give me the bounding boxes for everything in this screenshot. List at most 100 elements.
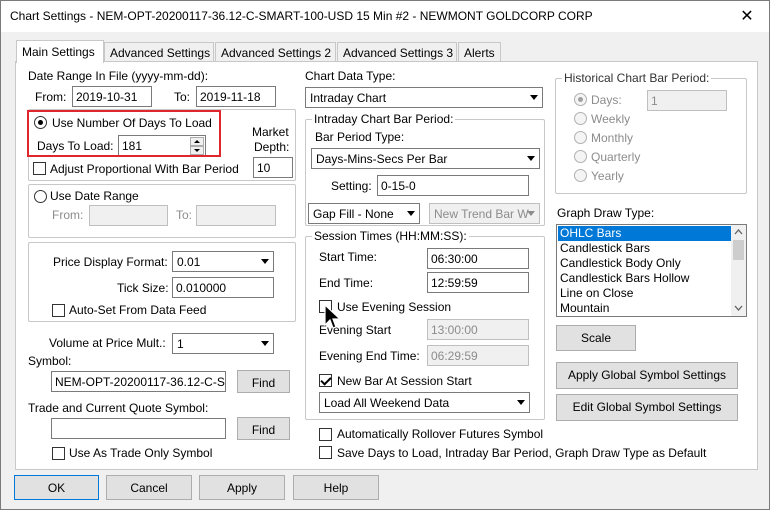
list-item[interactable]: OHLC Bars	[558, 226, 731, 241]
start-time-field[interactable]: 06:30:00	[427, 248, 529, 269]
volume-mult-value: 1	[177, 337, 184, 351]
tab-advanced-settings-3[interactable]: Advanced Settings 3	[337, 42, 457, 63]
price-format-select[interactable]: 0.01	[172, 251, 274, 272]
save-defaults-checkbox[interactable]	[319, 446, 332, 459]
market-depth-field[interactable]: 10	[253, 157, 293, 178]
tab-alerts[interactable]: Alerts	[458, 42, 501, 63]
new-trend-bar-value: New Trend Bar W	[434, 207, 529, 221]
historical-days-radio[interactable]	[574, 93, 587, 106]
bar-period-type-label: Bar Period Type:	[315, 130, 405, 144]
range-from-field[interactable]	[89, 205, 168, 226]
auto-set-checkbox[interactable]	[52, 304, 65, 317]
tab-advanced-settings-2[interactable]: Advanced Settings 2	[215, 42, 336, 63]
range-from-label: From:	[52, 208, 84, 222]
historical-group-title: Historical Chart Bar Period:	[562, 71, 712, 85]
date-from-field[interactable]: 2019-10-31	[72, 86, 152, 107]
tick-size-label: Tick Size:	[117, 281, 169, 295]
chart-data-type-select[interactable]: Intraday Chart	[305, 87, 543, 108]
start-time-label: Start Time:	[319, 250, 378, 264]
historical-yearly-radio[interactable]	[574, 169, 587, 182]
trade-only-label: Use As Trade Only Symbol	[69, 446, 213, 460]
new-bar-session-label: New Bar At Session Start	[337, 374, 472, 388]
edit-global-symbol-settings-button[interactable]: Edit Global Symbol Settings	[556, 394, 738, 421]
new-trend-bar-select[interactable]: New Trend Bar W	[429, 203, 540, 224]
historical-yearly-label: Yearly	[591, 169, 624, 183]
range-to-label: To:	[176, 208, 193, 222]
chevron-down-icon	[527, 156, 535, 161]
end-time-label: End Time:	[319, 276, 374, 290]
historical-monthly-radio[interactable]	[574, 131, 587, 144]
historical-quarterly-radio[interactable]	[574, 150, 587, 163]
date-from-label: From:	[35, 90, 67, 104]
chevron-down-icon	[261, 259, 269, 264]
price-format-value: 0.01	[177, 255, 201, 269]
intraday-group-title: Intraday Chart Bar Period:	[312, 112, 456, 126]
close-icon[interactable]: ✕	[737, 6, 757, 26]
rollover-label: Automatically Rollover Futures Symbol	[337, 427, 544, 441]
bar-period-type-select[interactable]: Days-Mins-Secs Per Bar	[311, 148, 540, 169]
symbol-find-button[interactable]: Find	[237, 370, 290, 393]
historical-days-field[interactable]: 1	[647, 90, 727, 111]
adjust-proportional-checkbox[interactable]	[33, 162, 46, 175]
range-to-field[interactable]	[196, 205, 276, 226]
scale-button[interactable]: Scale	[556, 325, 636, 351]
auto-set-label: Auto-Set From Data Feed	[69, 303, 207, 317]
chevron-down-icon	[527, 211, 535, 216]
market-depth-label-1: Market	[252, 125, 289, 139]
bar-period-type-value: Days-Mins-Secs Per Bar	[316, 152, 448, 166]
end-time-field[interactable]: 12:59:59	[427, 272, 529, 293]
chart-data-type-value: Intraday Chart	[310, 91, 387, 105]
gap-fill-value: Gap Fill - None	[313, 207, 394, 221]
evening-start-field[interactable]: 13:00:00	[427, 319, 529, 340]
volume-mult-select[interactable]: 1	[172, 333, 274, 354]
chart-data-type-label: Chart Data Type:	[305, 69, 396, 83]
market-depth-label-2: Depth:	[254, 140, 290, 154]
chevron-down-icon	[407, 211, 415, 216]
list-scrollbar[interactable]	[731, 225, 746, 316]
ok-button[interactable]: OK	[14, 475, 99, 500]
apply-global-symbol-settings-button[interactable]: Apply Global Symbol Settings	[556, 362, 738, 389]
trade-symbol-label: Trade and Current Quote Symbol:	[28, 401, 209, 415]
use-date-range-label: Use Date Range	[50, 189, 139, 203]
list-item[interactable]: Candlestick Bars	[558, 241, 731, 256]
apply-button[interactable]: Apply	[199, 475, 285, 500]
use-date-range-radio[interactable]	[34, 190, 47, 203]
list-item[interactable]: Mountain	[558, 301, 731, 316]
weekend-data-select[interactable]: Load All Weekend Data	[319, 392, 530, 413]
chart-settings-window: Chart Settings - NEM-OPT-20200117-36.12-…	[0, 0, 770, 510]
setting-label: Setting:	[331, 179, 372, 193]
chevron-down-icon	[261, 341, 269, 346]
title-bar: Chart Settings - NEM-OPT-20200117-36.12-…	[1, 1, 769, 32]
symbol-field[interactable]: NEM-OPT-20200117-36.12-C-S	[51, 371, 226, 392]
graph-draw-type-label: Graph Draw Type:	[557, 206, 655, 220]
rollover-checkbox[interactable]	[319, 428, 332, 441]
historical-weekly-label: Weekly	[591, 112, 631, 126]
historical-weekly-radio[interactable]	[574, 112, 587, 125]
list-item[interactable]: Candlestick Bars Hollow	[558, 271, 731, 286]
help-button[interactable]: Help	[293, 475, 379, 500]
historical-days-label: Days:	[591, 93, 622, 107]
trade-only-checkbox[interactable]	[52, 447, 65, 460]
new-bar-session-checkbox[interactable]	[319, 374, 332, 387]
tick-size-field[interactable]: 0.010000	[172, 277, 274, 298]
adjust-proportional-label: Adjust Proportional With Bar Period	[50, 162, 239, 176]
chevron-down-icon	[530, 95, 538, 100]
evening-end-field[interactable]: 06:29:59	[427, 345, 529, 366]
list-item[interactable]: Line on Close	[558, 286, 731, 301]
cancel-button[interactable]: Cancel	[106, 475, 192, 500]
tab-main-settings[interactable]: Main Settings	[16, 40, 104, 63]
trade-symbol-field[interactable]	[51, 418, 226, 439]
mouse-cursor-icon	[324, 304, 342, 329]
price-format-label: Price Display Format:	[53, 255, 168, 269]
trade-symbol-find-button[interactable]: Find	[237, 417, 290, 440]
setting-field[interactable]: 0-15-0	[377, 175, 529, 196]
historical-quarterly-label: Quarterly	[591, 150, 641, 164]
session-group-title: Session Times (HH:MM:SS):	[312, 229, 469, 243]
gap-fill-select[interactable]: Gap Fill - None	[308, 203, 420, 224]
tab-advanced-settings[interactable]: Advanced Settings	[104, 42, 214, 63]
date-to-label: To:	[174, 90, 191, 104]
symbol-label: Symbol:	[28, 354, 72, 368]
date-to-field[interactable]: 2019-11-18	[196, 86, 276, 107]
list-item[interactable]: Candlestick Body Only	[558, 256, 731, 271]
graph-draw-type-list[interactable]: OHLC Bars Candlestick Bars Candlestick B…	[556, 224, 747, 317]
